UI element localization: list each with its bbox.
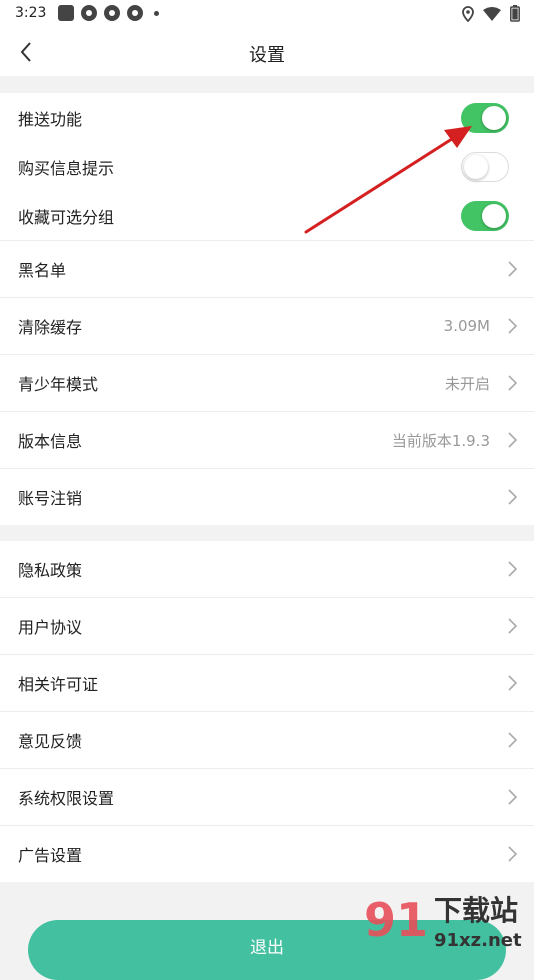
info-settings-group: 隐私政策 用户协议 相关许可证 意见反馈 系统权限设置 广告设置 — [0, 541, 534, 882]
setting-label: 青少年模式 — [18, 375, 99, 394]
site-watermark-logo: 91 下载站 91xz.net — [364, 893, 522, 950]
setting-label: 用户协议 — [18, 618, 83, 637]
setting-label: 隐私政策 — [18, 561, 83, 580]
more-notifications-icon — [154, 10, 159, 16]
toggle-knob — [482, 203, 506, 228]
chevron-right-icon — [508, 318, 518, 334]
setting-label: 推送功能 — [18, 109, 83, 129]
version-value: 当前版本1.9.3 — [391, 431, 490, 450]
setting-row-feedback[interactable]: 意见反馈 — [0, 712, 534, 769]
setting-row-clear-cache[interactable]: 清除缓存 3.09M — [0, 298, 534, 355]
setting-label: 意见反馈 — [18, 732, 83, 751]
setting-row-system-permissions[interactable]: 系统权限设置 — [0, 769, 534, 826]
toggle-knob — [482, 105, 506, 130]
setting-label: 账号注销 — [18, 489, 83, 508]
notification-icons — [58, 5, 159, 21]
status-bar: 3:23 — [0, 0, 534, 28]
chevron-right-icon — [508, 732, 518, 748]
watermark-site: 91xz.net — [434, 930, 522, 950]
setting-label: 版本信息 — [18, 432, 83, 451]
chevron-right-icon — [508, 561, 518, 577]
setting-label: 收藏可选分组 — [18, 207, 115, 227]
setting-row-ads[interactable]: 广告设置 — [0, 826, 534, 882]
setting-label: 广告设置 — [18, 846, 83, 865]
chevron-right-icon — [508, 261, 518, 277]
chevron-right-icon — [508, 789, 518, 805]
chevron-right-icon — [508, 375, 518, 391]
toggle-knob — [464, 154, 488, 179]
system-icons — [462, 5, 520, 22]
app-notification-icon — [127, 5, 143, 21]
location-icon — [462, 5, 474, 22]
wifi-icon — [483, 6, 501, 21]
app-notification-icon — [58, 5, 74, 21]
setting-row-account-cancel[interactable]: 账号注销 — [0, 469, 534, 525]
push-toggle[interactable] — [461, 102, 509, 133]
setting-label: 清除缓存 — [18, 318, 83, 337]
setting-row-user-agreement[interactable]: 用户协议 — [0, 598, 534, 655]
setting-row-push: 推送功能 — [0, 93, 534, 142]
status-time: 3:23 — [15, 5, 47, 21]
chevron-right-icon — [508, 618, 518, 634]
battery-icon — [510, 5, 520, 22]
watermark-text: 下载站 — [434, 894, 518, 927]
setting-label: 购买信息提示 — [18, 158, 115, 178]
setting-row-version[interactable]: 版本信息 当前版本1.9.3 — [0, 412, 534, 469]
setting-row-blacklist[interactable]: 黑名单 — [0, 241, 534, 298]
app-notification-icon — [104, 5, 120, 21]
setting-row-licenses[interactable]: 相关许可证 — [0, 655, 534, 712]
page-title: 设置 — [249, 45, 285, 66]
setting-row-privacy[interactable]: 隐私政策 — [0, 541, 534, 598]
setting-label: 系统权限设置 — [18, 789, 115, 808]
setting-row-favorite-group: 收藏可选分组 — [0, 191, 534, 241]
cache-size-value: 3.09M — [443, 317, 490, 335]
switch-settings-group: 推送功能 购买信息提示 收藏可选分组 黑名单 清除缓存 3.09M 青少年模式 … — [0, 93, 534, 525]
chevron-right-icon — [508, 675, 518, 691]
teen-mode-status: 未开启 — [444, 374, 490, 393]
watermark-brand: 91 — [364, 893, 428, 947]
purchase-notice-toggle[interactable] — [461, 151, 509, 182]
app-notification-icon — [81, 5, 97, 21]
chevron-right-icon — [508, 489, 518, 505]
setting-row-teen-mode[interactable]: 青少年模式 未开启 — [0, 355, 534, 412]
setting-label: 黑名单 — [18, 261, 67, 280]
favorite-group-toggle[interactable] — [461, 200, 509, 231]
setting-label: 相关许可证 — [18, 675, 99, 694]
chevron-right-icon — [508, 846, 518, 862]
chevron-right-icon — [508, 432, 518, 448]
setting-row-purchase-notice: 购买信息提示 — [0, 142, 534, 191]
top-app-bar: 设置 — [0, 28, 534, 76]
